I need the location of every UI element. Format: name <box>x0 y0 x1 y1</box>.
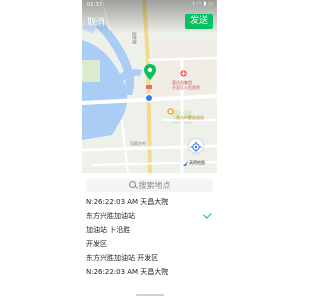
result-title: 东方兴胜加油站 <box>86 212 135 220</box>
result-title: N:26:22:03 AM 天昌大院 <box>86 198 169 206</box>
gas-station-icon[interactable] <box>167 108 174 115</box>
locate-me-button[interactable] <box>189 139 203 153</box>
result-item[interactable]: 开发区 <box>86 240 214 249</box>
signal-icon: ▮ <box>203 1 207 7</box>
locate-crosshair-icon <box>190 141 202 153</box>
status-bar: 01:37 ᛒ ◠ ▮ ▭ <box>82 0 217 10</box>
result-item[interactable]: 东方兴胜加油站 开发区 <box>86 254 214 263</box>
map-provider-logo-icon <box>183 160 188 166</box>
result-item[interactable]: 加油站 卜沿胜 <box>86 226 214 235</box>
gas-station-label: 东方兴胜加油站 <box>176 115 204 120</box>
map-view[interactable]: 益胜路 喜达昌集团 开发区人民医院 东方兴胜加油站 冯家庄村 01:37 ᛒ ◠… <box>82 0 217 173</box>
result-item[interactable]: 东方兴胜加油站 <box>86 212 214 221</box>
map-provider-logo-text: 高德地图 <box>189 160 205 165</box>
wifi-icon: ◠ <box>197 1 202 7</box>
result-title: 加油站 卜沿胜 <box>86 226 131 234</box>
result-title: 东方兴胜加油站 开发区 <box>86 254 159 262</box>
battery-icon: ▭ <box>208 1 213 7</box>
screenshot-stage: 益胜路 喜达昌集团 开发区人民医院 东方兴胜加油站 冯家庄村 01:37 ᛒ ◠… <box>0 0 300 300</box>
status-time: 01:37 <box>87 2 103 8</box>
result-title: N:26:22:03 AM 天昌大院 <box>86 268 169 276</box>
search-icon <box>128 181 136 188</box>
bottom-sheet: 搜索地点 N:26:22:03 AM 天昌大院 东方兴胜加油站 加油站 卜沿胜 … <box>82 174 217 300</box>
bluetooth-icon: ᛒ <box>192 1 196 7</box>
hospital-icon[interactable] <box>180 70 187 77</box>
result-title: 开发区 <box>86 240 107 248</box>
current-location-dot-icon <box>144 93 154 103</box>
location-pin-icon[interactable] <box>144 64 156 82</box>
cancel-button[interactable]: 取消 <box>87 15 105 28</box>
result-item[interactable]: N:26:22:03 AM 天昌大院 <box>86 268 214 277</box>
home-indicator <box>136 294 164 296</box>
map-provider-logo: 高德地图 <box>183 160 205 166</box>
send-button[interactable]: 发送 <box>185 14 213 29</box>
result-item[interactable]: N:26:22:03 AM 天昌大院 <box>86 198 214 207</box>
village-label: 冯家庄村 <box>130 141 146 146</box>
search-input[interactable]: 搜索地点 <box>86 179 213 192</box>
status-icons: ᛒ ◠ ▮ ▭ <box>192 1 213 7</box>
hospital-label-line2: 开发区人民医院 <box>172 85 200 90</box>
pin-shadow-icon <box>146 85 152 89</box>
phone-screen: 益胜路 喜达昌集团 开发区人民医院 东方兴胜加油站 冯家庄村 01:37 ᛒ ◠… <box>82 0 217 300</box>
search-placeholder: 搜索地点 <box>138 181 171 190</box>
